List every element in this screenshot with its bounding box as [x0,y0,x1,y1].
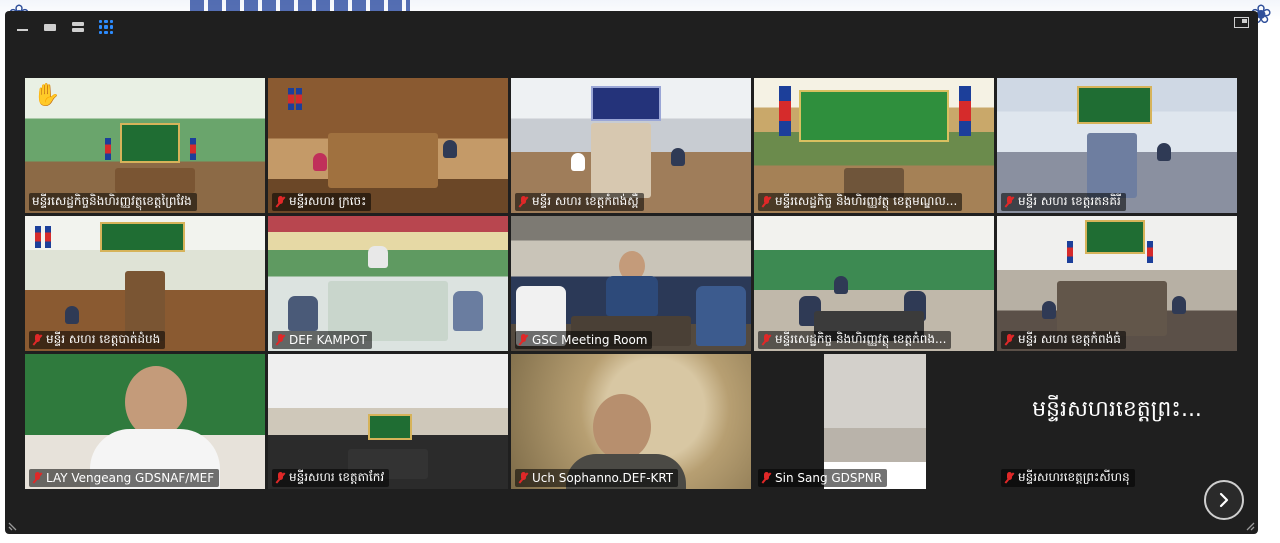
meeting-window: ✋ មន្ទីរសេដ្ឋកិច្ចនិងហិរញ្ញវត្ថុខេត្តព្រ… [5,11,1258,534]
participant-name-tag: មន្ទីរសហរ ខេត្តតាកែវ [272,469,390,487]
video-tile[interactable]: មន្ទីរ សហរ ខេត្តរតនគិរី [997,78,1237,213]
participant-name: មន្ទីរ សហរ ខេត្តកំពង់ធំ [1018,332,1121,346]
split-view-button[interactable] [67,17,89,37]
video-tile[interactable]: មន្ទីរ សហរ ខេត្តបាត់ដំបង [25,216,265,351]
gallery-view-button[interactable] [95,17,117,37]
video-tile[interactable]: DEF KAMPOT [268,216,508,351]
participant-name-tag: មន្ទីរសហរខេត្តព្រះសីហនុ [1001,469,1135,487]
participant-name: Sin Sang GDSPNR [775,471,883,485]
participant-name-tag: មន្ទីរ សហរ ខេត្តកំពង់ធំ [1001,331,1126,349]
participant-name-tag: មន្ទីរសេដ្ឋកិច្ច និងហិរញ្ញវត្ថុ ខេត្តកំព… [758,331,952,349]
participant-name: មន្ទីរ សហរ ខេត្តកំពង់ស្ពឺ [532,194,639,208]
participant-name-tag: មន្ទីរ សហរ ខេត្តរតនគិរី [1001,193,1126,211]
participant-name-tag: មន្ទីរសហរ ក្រចេះ [272,193,372,211]
muted-mic-icon [1004,196,1015,208]
muted-mic-icon [518,196,529,208]
muted-mic-icon [761,334,772,346]
single-view-icon [44,23,56,31]
resize-grip-icon[interactable] [8,519,20,531]
muted-mic-icon [275,196,286,208]
video-tile[interactable]: LAY Vengeang GDSNAF/MEF [25,354,265,489]
video-tile[interactable]: មន្ទីរ សហរ ខេត្តកំពង់ធំ [997,216,1237,351]
participant-name: LAY Vengeang GDSNAF/MEF [46,471,215,485]
video-tile[interactable]: Sin Sang GDSPNR [754,354,994,489]
raise-hand-icon: ✋ [33,83,61,108]
participant-name-tag: GSC Meeting Room [515,331,653,349]
split-view-icon [72,22,84,32]
video-tile[interactable]: មន្ទីរ សហរ ខេត្តកំពង់ស្ពឺ [511,78,751,213]
participant-name-tag: មន្ទីរសេដ្ឋកិច្ច និងហិរញ្ញវត្ថុ ខេត្តមណ្… [758,193,963,211]
participant-name: មន្ទីរសហរ ក្រចេះ [289,194,367,208]
muted-mic-icon [1004,472,1015,484]
video-tile[interactable]: មន្ទីរសហរ ខេត្តតាកែវ [268,354,508,489]
next-page-button[interactable] [1204,480,1244,520]
participant-name: មន្ទីរ សហរ ខេត្តរតនគិរី [1018,194,1121,208]
participant-name-tag: Uch Sophanno.DEF-KRT [515,469,679,487]
participant-name: មន្ទីរសេដ្ឋកិច្ច និងហិរញ្ញវត្ថុ ខេត្តកំព… [775,332,947,346]
muted-mic-icon [761,196,772,208]
participant-name-tag: មន្ទីរសេដ្ឋកិច្ចនិងហិរញ្ញវត្ថុខេត្តព្រៃវ… [29,193,197,211]
participant-name: DEF KAMPOT [289,333,367,347]
video-tile[interactable]: មន្ទីរសហរ ក្រចេះ [268,78,508,213]
resize-grip-icon[interactable] [1243,519,1255,531]
participant-name: មន្ទីរសហរខេត្តព្រះសីហនុ [1018,470,1130,484]
participant-name: មន្ទីរ សហរ ខេត្តបាត់ដំបង [46,332,161,346]
video-tile[interactable]: Uch Sophanno.DEF-KRT [511,354,751,489]
muted-mic-icon [32,472,43,484]
exit-fullscreen-icon [1234,17,1249,28]
muted-mic-icon [275,334,286,346]
video-tile[interactable]: ✋ មន្ទីរសេដ្ឋកិច្ចនិងហិរញ្ញវត្ថុខេត្តព្រ… [25,78,265,213]
gallery-view-icon [99,20,113,34]
participant-display-name: មន្ទីរសហរខេត្តព្រះ... [1032,396,1202,422]
video-tile[interactable]: មន្ទីរសេដ្ឋកិច្ច និងហិរញ្ញវត្ថុ ខេត្តមណ្… [754,78,994,213]
view-toolbar [11,16,117,38]
participant-name: Uch Sophanno.DEF-KRT [532,471,674,485]
video-tile[interactable]: មន្ទីរសេដ្ឋកិច្ច និងហិរញ្ញវត្ថុ ខេត្តកំព… [754,216,994,351]
participant-name: GSC Meeting Room [532,333,648,347]
gallery-grid: ✋ មន្ទីរសេដ្ឋកិច្ចនិងហិរញ្ញវត្ថុខេត្តព្រ… [25,78,1237,489]
muted-mic-icon [761,472,772,484]
muted-mic-icon [518,334,529,346]
participant-name-tag: DEF KAMPOT [272,331,372,349]
participant-name-tag: មន្ទីរ សហរ ខេត្តបាត់ដំបង [29,331,166,349]
participant-name: មន្ទីរសេដ្ឋកិច្ចនិងហិរញ្ញវត្ថុខេត្តព្រៃវ… [32,194,192,208]
single-view-button[interactable] [39,17,61,37]
participant-name: មន្ទីរសេដ្ឋកិច្ច និងហិរញ្ញវត្ថុ ខេត្តមណ្… [775,194,958,208]
participant-name-tag: មន្ទីរ សហរ ខេត្តកំពង់ស្ពឺ [515,193,644,211]
muted-mic-icon [275,472,286,484]
participant-name: មន្ទីរសហរ ខេត្តតាកែវ [289,470,385,484]
muted-mic-icon [32,334,43,346]
video-tile[interactable]: GSC Meeting Room [511,216,751,351]
chevron-right-icon [1219,492,1229,508]
muted-mic-icon [1004,334,1015,346]
participant-name-tag: LAY Vengeang GDSNAF/MEF [29,469,220,487]
exit-fullscreen-button[interactable] [1234,17,1252,33]
video-tile[interactable]: មន្ទីរសហរខេត្តព្រះ... មន្ទីរសហរខេត្តព្រះ… [997,354,1237,489]
muted-mic-icon [518,472,529,484]
minimize-button[interactable] [11,17,33,37]
minimize-icon [16,29,28,31]
participant-name-tag: Sin Sang GDSPNR [758,469,888,487]
